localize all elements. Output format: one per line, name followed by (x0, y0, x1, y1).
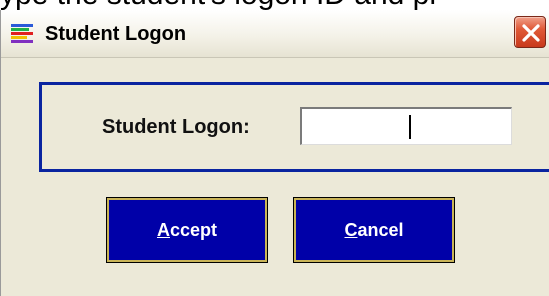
cancel-button[interactable]: Cancel (293, 197, 455, 263)
close-button[interactable] (514, 16, 546, 48)
logon-panel: Student Logon: (39, 82, 549, 172)
accept-mnemonic: A (156, 219, 170, 240)
screen: ype the student's logon ID and pr Studen… (0, 0, 549, 296)
student-logon-dialog: Student Logon Student Logon: Accept Canc… (0, 10, 549, 296)
cancel-mnemonic: C (344, 219, 358, 240)
accept-label: ccept (169, 219, 218, 240)
cancel-label: ancel (357, 219, 404, 240)
student-logon-label: Student Logon: (102, 116, 250, 138)
background-instruction-text: ype the student's logon ID and pr (0, 0, 549, 10)
title-bar[interactable]: Student Logon (1, 10, 549, 58)
window-title: Student Logon (45, 23, 187, 45)
accept-button[interactable]: Accept (106, 197, 268, 263)
student-logon-input[interactable] (300, 107, 512, 145)
text-caret (409, 115, 411, 139)
close-icon (522, 24, 540, 42)
app-icon (11, 24, 33, 44)
